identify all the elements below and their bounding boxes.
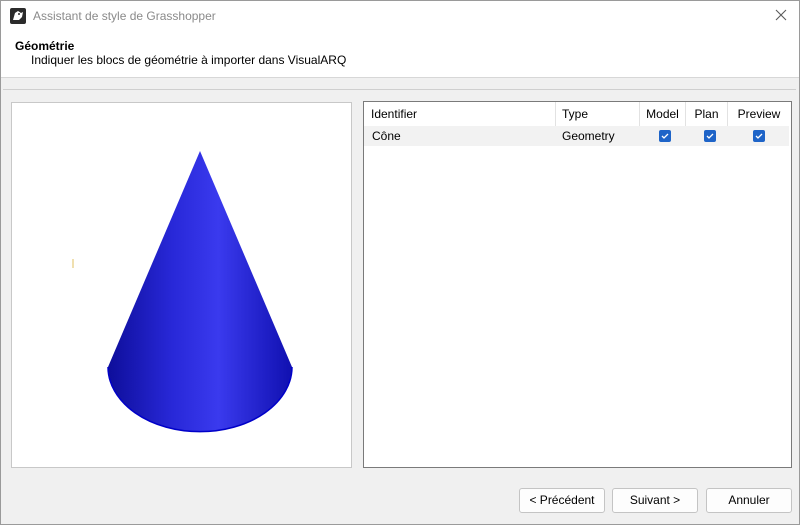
preview-checkbox[interactable] <box>753 130 765 142</box>
column-header-model[interactable]: Model <box>640 102 686 126</box>
plan-checkbox[interactable] <box>704 130 716 142</box>
dialog-window: Assistant de style de Grasshopper Géomét… <box>0 0 800 525</box>
page-title: Géométrie <box>15 39 75 53</box>
page-subtitle: Indiquer les blocs de géométrie à import… <box>31 53 347 67</box>
close-button[interactable] <box>763 1 799 31</box>
model-checkbox[interactable] <box>659 130 671 142</box>
next-button[interactable]: Suivant > <box>612 488 698 513</box>
table-row[interactable]: Cône Geometry <box>364 126 789 146</box>
previous-button[interactable]: < Précédent <box>519 488 605 513</box>
cell-type: Geometry <box>562 129 615 143</box>
cell-identifier: Cône <box>372 129 401 143</box>
column-header-identifier[interactable]: Identifier <box>364 102 556 126</box>
geometry-table: Identifier Type Model Plan Preview Cône … <box>363 101 792 468</box>
rhino-app-icon <box>10 8 26 24</box>
header-divider <box>1 77 799 78</box>
table-header: Identifier Type Model Plan Preview <box>364 102 791 126</box>
checkmark-icon <box>661 133 669 139</box>
column-header-plan[interactable]: Plan <box>686 102 728 126</box>
column-header-type[interactable]: Type <box>556 102 640 126</box>
column-header-preview[interactable]: Preview <box>728 102 790 126</box>
footer-bar: < Précédent Suivant > Annuler <box>1 478 799 524</box>
page-header: Géométrie Indiquer les blocs de géométri… <box>1 31 799 77</box>
checkmark-icon <box>706 133 714 139</box>
close-icon <box>775 9 787 24</box>
title-bar: Assistant de style de Grasshopper <box>1 1 799 31</box>
checkmark-icon <box>755 133 763 139</box>
cone-shape <box>107 151 293 433</box>
window-title: Assistant de style de Grasshopper <box>33 9 216 23</box>
cancel-button[interactable]: Annuler <box>706 488 792 513</box>
geometry-preview[interactable] <box>11 102 352 468</box>
